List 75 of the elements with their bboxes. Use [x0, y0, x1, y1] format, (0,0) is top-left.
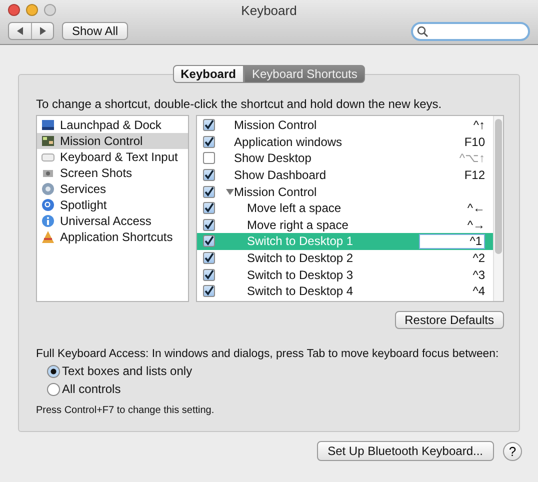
dock-icon — [41, 118, 55, 132]
shortcut-row[interactable]: Mission Control — [197, 183, 493, 200]
shortcut-keys: F12 — [464, 168, 485, 182]
checkbox[interactable] — [203, 202, 215, 214]
restore-defaults-button[interactable]: Restore Defaults — [394, 311, 504, 329]
tab[interactable]: Keyboard Shortcuts — [244, 65, 366, 83]
shortcut-keys: ^⌥↑ — [459, 151, 485, 166]
minimize-button[interactable] — [26, 4, 38, 16]
shortcut-keys: ^↑ — [473, 118, 485, 132]
shortcut-name: Switch to Desktop 2 — [247, 251, 354, 266]
shortcut-row[interactable]: Switch to Desktop 4 ^4 — [197, 282, 493, 300]
right-triangle-icon — [39, 27, 46, 35]
shortcut-row[interactable]: Switch to Desktop 1 ^1 — [197, 233, 493, 250]
radio-button[interactable] — [47, 382, 60, 396]
checkbox[interactable] — [203, 169, 215, 182]
disclosure-triangle-icon[interactable] — [226, 188, 234, 196]
shortcut-name: Switch to Desktop 1 — [247, 234, 354, 248]
checkbox[interactable] — [203, 186, 215, 198]
search-field[interactable] — [411, 22, 530, 40]
category-item[interactable]: Mission Control — [37, 133, 188, 149]
category-item[interactable]: Services — [37, 181, 188, 197]
checkbox[interactable] — [203, 119, 215, 132]
checkbox[interactable] — [203, 152, 215, 164]
shortcut-keys: ^← — [467, 201, 485, 216]
shortcut-name: Move left a space — [247, 201, 342, 216]
category-item[interactable]: Application Shortcuts — [37, 229, 188, 245]
shortcut-name: Switch to Desktop 3 — [247, 268, 354, 282]
shortcut-keys: ^3 — [472, 268, 485, 282]
category-item[interactable]: Screen Shots — [37, 165, 188, 181]
shortcut-row[interactable]: Mission Control ^↑ — [197, 117, 493, 134]
show-all-button[interactable]: Show All — [62, 22, 128, 40]
shortcut-name: Mission Control — [234, 118, 317, 132]
shortcut-row[interactable]: Show Desktop ^⌥↑ — [197, 150, 493, 167]
radio-option[interactable]: All controls — [47, 381, 504, 397]
checkbox[interactable] — [203, 268, 215, 281]
close-button[interactable] — [8, 4, 20, 16]
info-icon — [41, 214, 55, 228]
checkbox[interactable] — [203, 218, 215, 231]
radio-option[interactable]: Text boxes and lists only — [47, 363, 504, 379]
shortcut-name: Show Dashboard — [234, 168, 326, 182]
shortcut-row[interactable]: Application windows F10 — [197, 134, 493, 150]
shortcut-row[interactable]: Move right a space ^→ — [197, 216, 493, 234]
help-button[interactable]: ? — [503, 442, 522, 460]
checkbox[interactable] — [203, 252, 215, 264]
radio-button[interactable] — [47, 364, 60, 378]
scrollbar[interactable] — [493, 116, 503, 301]
category-item[interactable]: Keyboard & Text Input — [37, 149, 188, 165]
shortcut-key-field[interactable]: ^1 — [419, 234, 485, 249]
shortcut-name: Switch to Desktop 4 — [247, 284, 354, 298]
checkbox[interactable] — [203, 235, 215, 248]
left-triangle-icon — [16, 27, 24, 35]
full-keyboard-access-label: Full Keyboard Access: In windows and dialogs, press Tab to move keyboard focus between: — [36, 347, 500, 361]
category-item[interactable]: Launchpad & Dock — [37, 117, 188, 133]
shortcut-name: Show Desktop — [234, 151, 312, 166]
hint-text: Press Control+F7 to change this setting. — [36, 405, 216, 416]
window-title: Keyboard — [241, 2, 297, 18]
shortcut-row[interactable]: Show Dashboard F12 — [197, 166, 493, 184]
tab[interactable]: Keyboard — [172, 65, 244, 83]
shortcut-row[interactable]: Move left a space ^← — [197, 200, 493, 217]
shortcut-keys: ^→ — [467, 218, 485, 232]
bluetooth-setup-button[interactable]: Set Up Bluetooth Keyboard... — [316, 441, 494, 461]
instruction-text: To change a shortcut, double-click the shortcut and hold down the new keys. — [36, 97, 443, 111]
shortcut-row[interactable]: Switch to Desktop 2 ^2 — [197, 250, 493, 266]
category-item[interactable]: Universal Access — [37, 213, 188, 229]
shortcut-keys: F10 — [464, 134, 485, 149]
shortcut-name: Move right a space — [247, 218, 348, 232]
windows-icon — [41, 134, 55, 148]
shortcut-row[interactable]: Switch to Desktop 3 ^3 — [197, 266, 493, 283]
shortcut-name: Application windows — [234, 134, 342, 149]
shortcut-keys: ^2 — [472, 251, 485, 266]
shortcut-keys: ^4 — [472, 284, 485, 298]
checkbox[interactable] — [203, 285, 215, 298]
category-item[interactable]: Spotlight — [37, 197, 188, 213]
shortcut-name: Mission Control — [234, 184, 317, 199]
checkbox[interactable] — [203, 136, 215, 148]
